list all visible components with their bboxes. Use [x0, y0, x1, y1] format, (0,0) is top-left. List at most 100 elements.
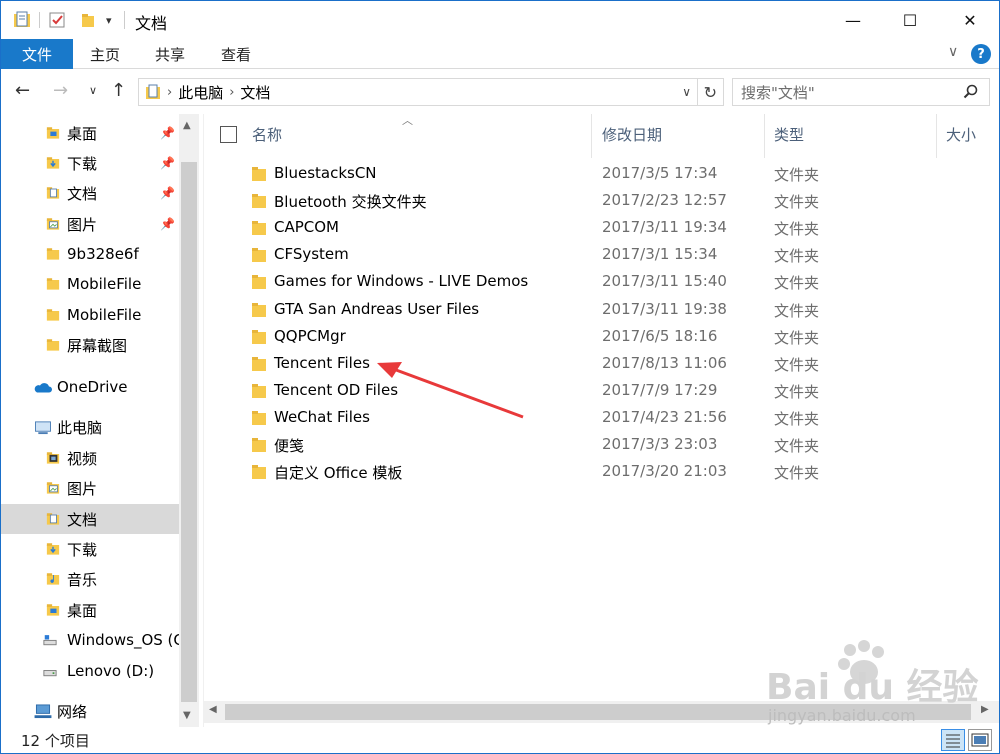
watermark-url: jingyan.baidu.com — [768, 706, 916, 725]
pin-icon[interactable]: 📌 — [160, 186, 175, 200]
forward-arrow-icon[interactable]: → — [53, 80, 68, 101]
this-pc-item[interactable]: Windows_OS (C — [1, 625, 179, 655]
file-row[interactable]: 便笺 2017/3/3 23:03 文件夹 — [204, 431, 994, 458]
this-pc-item[interactable]: Lenovo (D:) — [1, 656, 179, 686]
scroll-left-icon[interactable]: ◀ — [209, 704, 217, 715]
close-button[interactable]: ✕ — [947, 1, 993, 39]
column-header-size[interactable]: 大小 — [946, 114, 976, 154]
this-pc-item-label: 文档 — [67, 510, 98, 529]
file-row[interactable]: Bluetooth 交换文件夹 2017/2/23 12:57 文件夹 — [204, 187, 994, 214]
this-pc-item[interactable]: 文档 — [1, 504, 179, 534]
tab-share[interactable]: 共享 — [155, 39, 185, 69]
expand-ribbon-icon[interactable]: ∨ — [948, 44, 958, 60]
file-date: 2017/3/20 21:03 — [602, 462, 727, 481]
refresh-icon[interactable]: ↻ — [704, 83, 717, 102]
documents-app-icon[interactable] — [13, 11, 31, 29]
nav-onedrive[interactable]: OneDrive — [1, 372, 179, 402]
search-input[interactable]: 搜索"文档" — [732, 78, 990, 106]
nav-pane-scrollbar[interactable]: ▲ ▼ — [179, 114, 199, 727]
nav-this-pc[interactable]: 此电脑 — [1, 412, 179, 442]
scroll-up-icon[interactable]: ▲ — [183, 120, 191, 131]
file-name: BluestacksCN — [274, 164, 377, 182]
file-date: 2017/6/5 18:16 — [602, 326, 718, 345]
column-header-date[interactable]: 修改日期 — [602, 114, 662, 154]
quick-access-item[interactable]: MobileFile — [1, 269, 179, 299]
file-type: 文件夹 — [774, 409, 820, 428]
help-icon[interactable]: ? — [971, 44, 991, 64]
nav-this-pc-label: 此电脑 — [57, 418, 103, 437]
tab-home[interactable]: 主页 — [90, 39, 120, 69]
this-pc-item-label: Windows_OS (C — [67, 631, 179, 649]
this-pc-item[interactable]: 下载 — [1, 534, 179, 564]
this-pc-item[interactable]: 桌面 — [1, 595, 179, 625]
scroll-down-icon[interactable]: ▼ — [183, 710, 191, 721]
search-icon[interactable] — [963, 84, 979, 100]
quick-access-item[interactable]: 9b328e6f — [1, 239, 179, 269]
up-arrow-icon[interactable]: ↑ — [111, 80, 126, 101]
select-all-checkbox[interactable] — [220, 126, 237, 143]
file-row[interactable]: QQPCMgr 2017/6/5 18:16 文件夹 — [204, 323, 994, 350]
drive-c-icon — [43, 635, 57, 646]
quick-access-item[interactable]: 屏幕截图 — [1, 330, 179, 360]
file-row[interactable]: CFSystem 2017/3/1 15:34 文件夹 — [204, 241, 994, 268]
tab-view[interactable]: 查看 — [221, 39, 251, 69]
scroll-right-icon[interactable]: ▶ — [981, 704, 989, 715]
file-row[interactable]: GTA San Andreas User Files 2017/3/11 19:3… — [204, 296, 994, 323]
onedrive-cloud-icon — [34, 382, 52, 392]
file-date: 2017/3/5 17:34 — [602, 164, 718, 182]
pin-icon[interactable]: 📌 — [160, 156, 175, 170]
file-row[interactable]: Games for Windows - LIVE Demos 2017/3/11 … — [204, 268, 994, 295]
this-pc-item-label: 图片 — [67, 479, 98, 498]
new-folder-icon[interactable] — [80, 11, 98, 29]
file-row[interactable]: BluestacksCN 2017/3/5 17:34 文件夹 — [204, 160, 994, 187]
customize-qa-dropdown-icon[interactable]: ▾ — [106, 14, 112, 27]
nav-network[interactable]: 网络 — [1, 696, 179, 726]
column-header-type[interactable]: 类型 — [774, 114, 804, 154]
file-row[interactable]: CAPCOM 2017/3/11 19:34 文件夹 — [204, 214, 994, 241]
quick-access-item-label: 9b328e6f — [67, 245, 139, 263]
quick-access-item-label: 桌面 — [67, 124, 98, 143]
this-pc-item-label: 视频 — [67, 449, 98, 468]
back-arrow-icon[interactable]: ← — [15, 80, 30, 101]
quick-access-item[interactable]: 图片 📌 — [1, 209, 179, 239]
folder-icon — [252, 383, 266, 398]
file-row[interactable]: Tencent OD Files 2017/7/9 17:29 文件夹 — [204, 377, 994, 404]
recent-locations-chevron-icon[interactable]: ∨ — [89, 84, 97, 97]
file-name: QQPCMgr — [274, 326, 346, 345]
address-bar[interactable]: › 此电脑 › 文档 ∨ ↻ — [138, 78, 724, 106]
folder-icon — [46, 339, 60, 351]
breadcrumb-this-pc[interactable]: 此电脑 — [178, 82, 223, 103]
address-dropdown-icon[interactable]: ∨ — [682, 85, 691, 99]
file-name: Tencent Files — [274, 353, 370, 372]
file-name: GTA San Andreas User Files — [274, 299, 480, 318]
quick-access-item-label: 屏幕截图 — [67, 336, 128, 355]
this-pc-item[interactable]: 音乐 — [1, 564, 179, 594]
this-pc-item[interactable]: 图片 — [1, 473, 179, 503]
quick-access-item[interactable]: MobileFile — [1, 300, 179, 330]
file-row[interactable]: Tencent Files 2017/8/13 11:06 文件夹 — [204, 350, 994, 377]
file-name: CFSystem — [274, 245, 349, 264]
minimize-button[interactable]: — — [830, 1, 876, 39]
breadcrumb-documents[interactable]: 文档 — [240, 82, 270, 103]
column-header-name[interactable]: 名称 — [252, 114, 282, 154]
this-pc-item[interactable]: 视频 — [1, 443, 179, 473]
documents-folder-icon — [46, 513, 60, 525]
quick-access-item[interactable]: 下载 📌 — [1, 148, 179, 178]
properties-icon[interactable] — [48, 11, 66, 29]
tab-file[interactable]: 文件 — [1, 39, 73, 69]
pin-icon[interactable]: 📌 — [160, 126, 175, 140]
folder-icon — [252, 194, 266, 209]
quick-access-item[interactable]: 桌面 📌 — [1, 118, 179, 148]
quick-access-item[interactable]: 文档 📌 — [1, 178, 179, 208]
pin-icon[interactable]: 📌 — [160, 217, 175, 231]
column-divider[interactable] — [764, 114, 765, 158]
folder-icon — [252, 465, 266, 480]
scrollbar-thumb[interactable] — [181, 162, 197, 702]
quick-access-item-label: 下载 — [67, 154, 98, 173]
column-divider[interactable] — [936, 114, 937, 158]
maximize-button[interactable]: ☐ — [887, 1, 933, 39]
file-row[interactable]: 自定义 Office 模板 2017/3/20 21:03 文件夹 — [204, 458, 994, 485]
file-row[interactable]: WeChat Files 2017/4/23 21:56 文件夹 — [204, 404, 994, 431]
pictures-folder-icon — [46, 218, 60, 230]
column-divider[interactable] — [591, 114, 592, 158]
